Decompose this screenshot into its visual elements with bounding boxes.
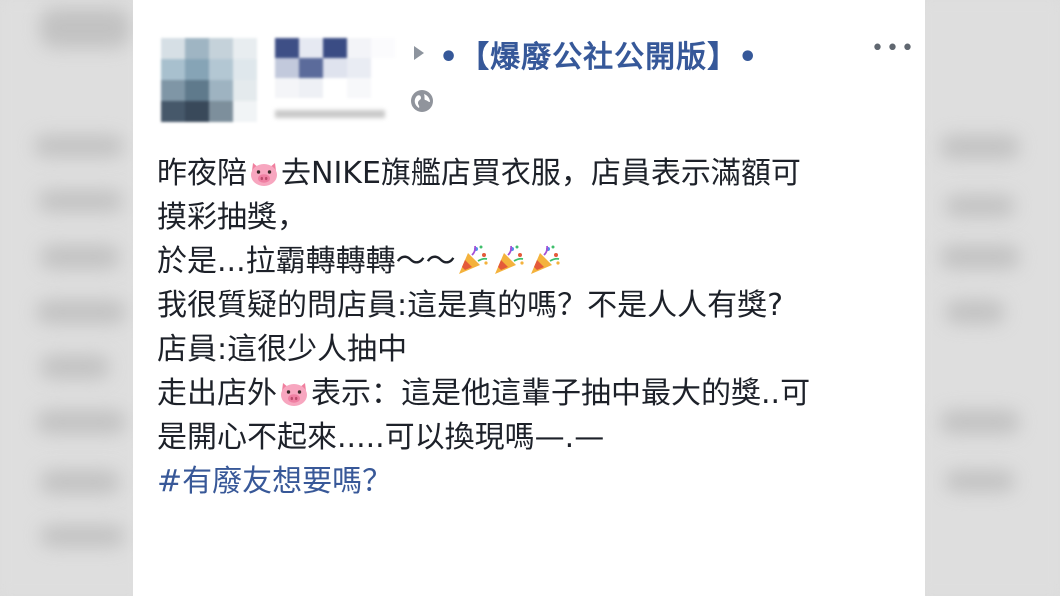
author-name[interactable]: [275, 38, 395, 98]
blurred-shape: [40, 525, 125, 547]
blurred-background-left: [0, 0, 140, 596]
post-text: 摸彩抽獎，: [157, 200, 307, 235]
hashtag-link[interactable]: #有廢友想要嗎？: [157, 460, 917, 504]
blurred-shape: [940, 410, 1020, 434]
post-line: 於是...拉霸轉轉轉～～: [157, 240, 917, 284]
facebook-post-card: •【爆廢公社公開版】• ••• 昨夜陪 去NIKE旗艦店買衣服，店員表示滿額可 …: [133, 0, 925, 596]
post-line: 我很質疑的問店員:這是真的嗎？不是人人有獎?: [157, 284, 917, 328]
post-text: 走出店外: [157, 376, 277, 411]
post-line: 是開心不起來.....可以換現嗎—.—: [157, 416, 917, 460]
blurred-shape: [36, 410, 126, 434]
post-line: 走出店外 表示：這是他這輩子抽中最大的獎..可: [157, 372, 917, 416]
post-body: 昨夜陪 去NIKE旗艦店買衣服，店員表示滿額可 摸彩抽獎， 於是...拉霸轉轉轉…: [157, 152, 917, 504]
blurred-shape: [38, 190, 123, 212]
blurred-shape: [940, 245, 1020, 269]
post-line: 昨夜陪 去NIKE旗艦店買衣服，店員表示滿額可: [157, 152, 917, 196]
party-popper-emoji-icon: [494, 245, 524, 274]
screenshot-stage: •【爆廢公社公開版】• ••• 昨夜陪 去NIKE旗艦店買衣服，店員表示滿額可 …: [0, 0, 1060, 596]
blurred-shape: [40, 470, 120, 494]
blurred-shape: [940, 135, 1020, 159]
blurred-shape: [945, 300, 1005, 324]
blurred-shape: [945, 195, 1015, 217]
blurred-shape: [40, 355, 110, 379]
pig-face-emoji-icon: [281, 383, 307, 406]
blurred-shape: [40, 8, 130, 48]
blurred-shape: [40, 245, 120, 269]
more-options-icon[interactable]: •••: [871, 38, 916, 60]
post-text: 我很質疑的問店員:這是真的嗎？不是人人有獎?: [157, 288, 784, 323]
post-text: 表示：這是他這輩子抽中最大的獎..可: [311, 376, 811, 411]
blurred-shape: [34, 135, 124, 157]
post-text: 於是...拉霸轉轉轉～～: [157, 244, 456, 279]
avatar[interactable]: [161, 38, 257, 122]
pig-face-emoji-icon: [251, 163, 277, 186]
right-triangle-icon: [414, 46, 424, 60]
post-line: 摸彩抽獎，: [157, 196, 917, 240]
party-popper-emoji-icon: [530, 245, 560, 274]
post-header: •【爆廢公社公開版】• •••: [133, 24, 925, 124]
blurred-background-right: [920, 0, 1060, 596]
blurred-shape: [36, 300, 126, 324]
group-name-link[interactable]: •【爆廢公社公開版】•: [439, 32, 758, 76]
party-popper-emoji-icon: [458, 245, 488, 274]
post-text: 昨夜陪: [157, 156, 247, 191]
post-text: 是開心不起來.....可以換現嗎—.—: [157, 420, 605, 455]
post-line: 店員:這很少人抽中: [157, 328, 917, 372]
post-timestamp[interactable]: [275, 110, 385, 118]
post-text: 店員:這很少人抽中: [157, 332, 408, 367]
post-text: 去NIKE旗艦店買衣服，店員表示滿額可: [281, 156, 801, 191]
globe-icon[interactable]: [409, 88, 435, 114]
blurred-shape: [945, 470, 1015, 492]
